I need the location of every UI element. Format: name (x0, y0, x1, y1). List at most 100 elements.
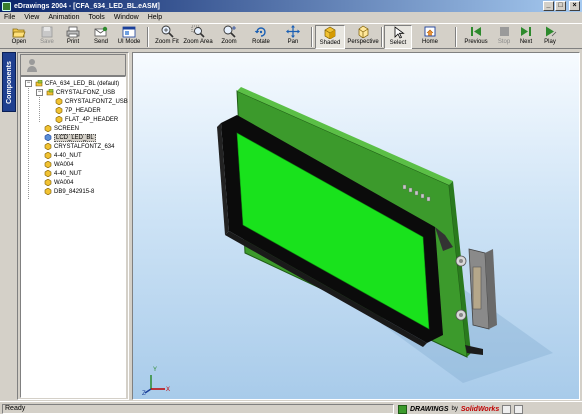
part-icon (44, 161, 52, 168)
select-label: Select (389, 40, 407, 46)
zoom-area-label: Zoom Area (183, 39, 213, 45)
tree-node-label: SCREEN (54, 125, 80, 132)
menu-bar: File View Animation Tools Window Help (0, 12, 582, 23)
components-panel: − CFA_634_LED_BL (default) − CRYSTALFONZ… (17, 52, 129, 400)
part-icon (55, 107, 63, 114)
toolbar-separator (455, 27, 457, 47)
pan-button[interactable]: Pan (278, 25, 308, 49)
ui-mode-label: UI Mode (117, 39, 141, 45)
tree-node-part-selected[interactable]: LCD_LED_BL (44, 133, 96, 142)
tree-node-part[interactable]: FLAT_4P_HEADER (55, 115, 118, 124)
tree-node-part[interactable]: SCREEN (44, 124, 79, 133)
tree-node-label: 4-40_NUT (54, 170, 82, 177)
tree-node-root[interactable]: − CFA_634_LED_BL (default) (25, 79, 119, 88)
play-button[interactable]: Play (535, 25, 565, 49)
select-button[interactable]: Select (384, 25, 412, 49)
home-button[interactable]: Home (415, 25, 445, 49)
send-label: Send (93, 39, 108, 45)
tree-node-label: CRYSTALFONTZ_634 (54, 143, 115, 150)
rotate-button[interactable]: Rotate (246, 25, 276, 49)
part-icon (44, 125, 52, 132)
title-bar: eDrawings 2004 - [CFA_634_LED_BL.eASM] _… (0, 0, 582, 12)
tree-node-label: CRYSTALFONZ_USB (56, 89, 116, 96)
menu-file[interactable]: File (4, 14, 15, 21)
zoom-button[interactable]: Zoom (214, 25, 244, 49)
tree-node-part[interactable]: 7P_HEADER (55, 106, 101, 115)
select-arrow-icon (391, 26, 405, 39)
print-button[interactable]: Print (58, 25, 88, 49)
printer-icon (66, 25, 80, 38)
3d-viewport[interactable]: Y X Z (132, 52, 580, 400)
zoom-icon (222, 25, 236, 38)
window-title: eDrawings 2004 - [CFA_634_LED_BL.eASM] (14, 2, 160, 10)
zoom-area-icon (191, 25, 205, 38)
tree-node-part[interactable]: 4-40_NUT (44, 169, 82, 178)
stop-label: Stop (497, 39, 511, 45)
send-button[interactable]: Send (86, 25, 116, 49)
status-icon[interactable] (514, 404, 524, 414)
part-icon (44, 143, 52, 150)
save-label: Save (40, 39, 54, 45)
zoom-fit-icon (160, 25, 174, 38)
zoom-label: Zoom (221, 39, 237, 45)
part-icon (44, 152, 52, 159)
zoom-area-button[interactable]: Zoom Area (183, 25, 213, 49)
tree-node-assembly[interactable]: − CRYSTALFONZ_USB (36, 88, 115, 97)
ui-mode-icon (122, 25, 136, 38)
play-label: Play (544, 39, 556, 45)
tree-node-part[interactable]: WA004 (44, 178, 73, 187)
status-bar: Ready DRAWINGS by SolidWorks (0, 401, 582, 414)
tree-node-part[interactable]: 4-40_NUT (44, 151, 82, 160)
collapse-toggle[interactable]: − (25, 80, 32, 87)
ui-mode-button[interactable]: UI Mode (114, 25, 144, 49)
status-text: Ready (2, 404, 394, 414)
triad-x-label: X (166, 387, 171, 393)
menu-animation[interactable]: Animation (48, 14, 79, 21)
part-icon (44, 170, 52, 177)
pan-label: Pan (287, 39, 299, 45)
part-icon (55, 116, 63, 123)
collapse-toggle[interactable]: − (36, 89, 43, 96)
perspective-label: Perspective (347, 39, 379, 45)
tree-node-part[interactable]: WA004 (44, 160, 73, 169)
menu-window[interactable]: Window (114, 14, 139, 21)
menu-help[interactable]: Help (148, 14, 162, 21)
status-icon[interactable] (502, 404, 512, 414)
perspective-button[interactable]: Perspective (346, 25, 380, 49)
open-folder-icon (12, 25, 26, 38)
minimize-button[interactable]: _ (543, 1, 554, 11)
tree-node-label: 7P_HEADER (65, 107, 101, 114)
tree-connector (39, 94, 40, 122)
rotate-icon (254, 25, 268, 38)
tree-node-label: LCD_LED_BL (54, 133, 96, 142)
previous-button[interactable]: Previous (461, 25, 491, 49)
open-button[interactable]: Open (4, 25, 34, 49)
maximize-button[interactable]: □ (555, 1, 566, 11)
edrawings-logo-icon (398, 404, 407, 414)
previous-icon (469, 25, 483, 38)
toolbar-separator (147, 27, 149, 47)
part-icon (55, 98, 63, 105)
tree-node-part[interactable]: DB9_842915-8 (44, 187, 94, 196)
tree-node-part[interactable]: CRYSTALFONTZ_USB (55, 97, 128, 106)
tree-node-label: WA004 (54, 179, 74, 186)
components-tab[interactable]: Components (2, 52, 16, 112)
triad-z-label: Z (142, 391, 146, 397)
edrawings-app-icon (2, 1, 11, 11)
pan-icon (286, 25, 300, 38)
tree-connector (28, 85, 29, 199)
play-icon (543, 25, 557, 38)
send-mail-icon (94, 25, 108, 38)
shaded-button[interactable]: Shaded (315, 25, 345, 49)
zoom-fit-button[interactable]: Zoom Fit (152, 25, 182, 49)
toolbar-separator (311, 27, 313, 47)
tree-node-label: CRYSTALFONTZ_USB (65, 98, 128, 105)
person-icon[interactable] (25, 58, 39, 72)
edrawings-brand: DRAWINGS by SolidWorks (398, 404, 580, 414)
close-button[interactable]: × (569, 1, 580, 11)
tree-node-part[interactable]: CRYSTALFONTZ_634 (44, 142, 114, 151)
menu-view[interactable]: View (24, 14, 39, 21)
menu-tools[interactable]: Tools (88, 14, 104, 21)
zoom-fit-label: Zoom Fit (155, 39, 179, 45)
assembly-icon (46, 89, 54, 96)
